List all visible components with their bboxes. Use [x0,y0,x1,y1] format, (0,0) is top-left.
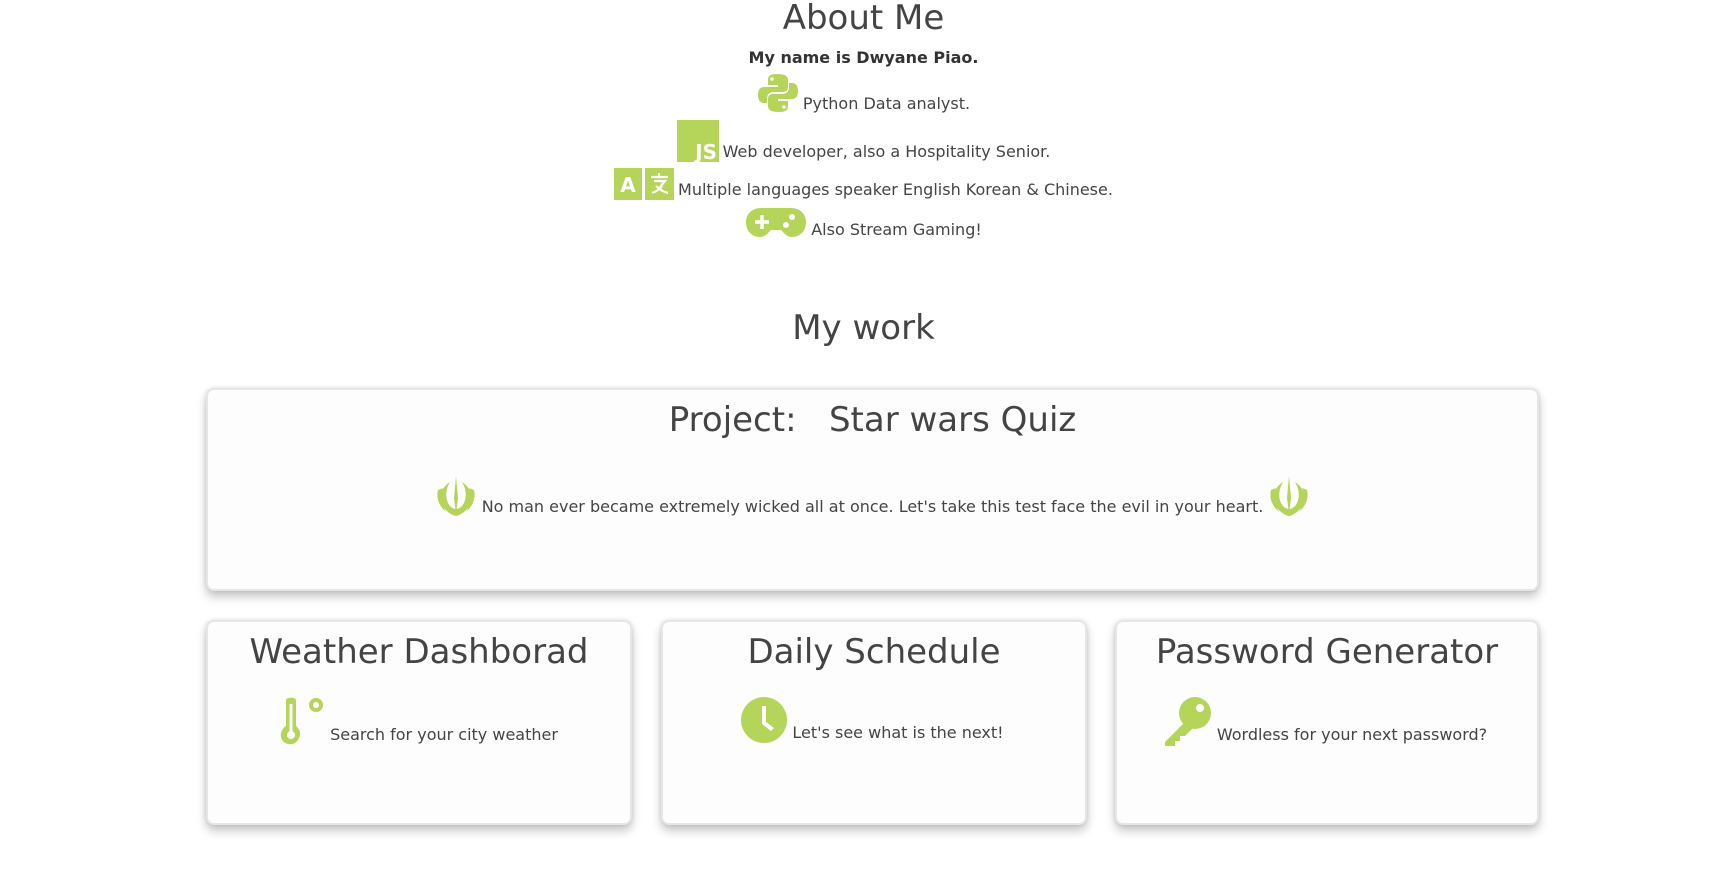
password-text: Wordless for your next password? [1216,725,1488,744]
skill-web-text: Web developer, also a Hospitality Senior… [722,142,1051,161]
weather-title: Weather Dashborad [249,632,589,672]
key-icon [1163,696,1213,746]
thermometer-icon [276,696,326,746]
project-card-weather[interactable]: Weather Dashborad Search for your city w… [206,620,632,825]
skill-python: Python Data analyst. [0,72,1727,114]
clock-icon [740,696,788,744]
project-card-password[interactable]: Password Generator Wordless for your nex… [1115,620,1539,825]
schedule-text: Let's see what is the next! [792,723,1004,742]
skill-gaming: Also Stream Gaming! [0,206,1727,240]
project-description: No man ever became extremely wicked all … [481,497,1264,516]
skill-web: JS Web developer, also a Hospitality Sen… [0,120,1727,162]
svg-text:JS: JS [693,140,717,162]
svg-text:A: A [620,173,636,197]
about-title: About Me [782,0,945,38]
password-title: Password Generator [1155,632,1499,672]
name-line: My name is Dwyane Piao. [748,48,979,67]
schedule-title: Daily Schedule [747,632,1001,672]
python-icon [757,72,799,114]
jedi-order-icon [1267,474,1311,518]
about-section: About Me My name is Dwyane Piao. Python … [0,0,1727,240]
weather-text: Search for your city weather [330,725,558,744]
skill-gaming-text: Also Stream Gaming! [811,220,982,239]
skill-languages: A Multiple languages speaker English Kor… [0,168,1727,200]
javascript-icon: JS [676,120,719,162]
translate-icon: A [614,168,675,200]
project-card-starwars[interactable]: Project: Star wars Quiz No man ever beca… [206,388,1539,591]
project-card-schedule[interactable]: Daily Schedule Let's see what is the nex… [661,620,1087,825]
project-title: Project: Star wars Quiz [668,400,1077,440]
jedi-order-icon [434,474,478,518]
skill-languages-text: Multiple languages speaker English Korea… [678,180,1113,199]
gamepad-icon [745,206,807,240]
skill-python-text: Python Data analyst. [802,94,971,113]
work-title: My work [792,308,935,348]
